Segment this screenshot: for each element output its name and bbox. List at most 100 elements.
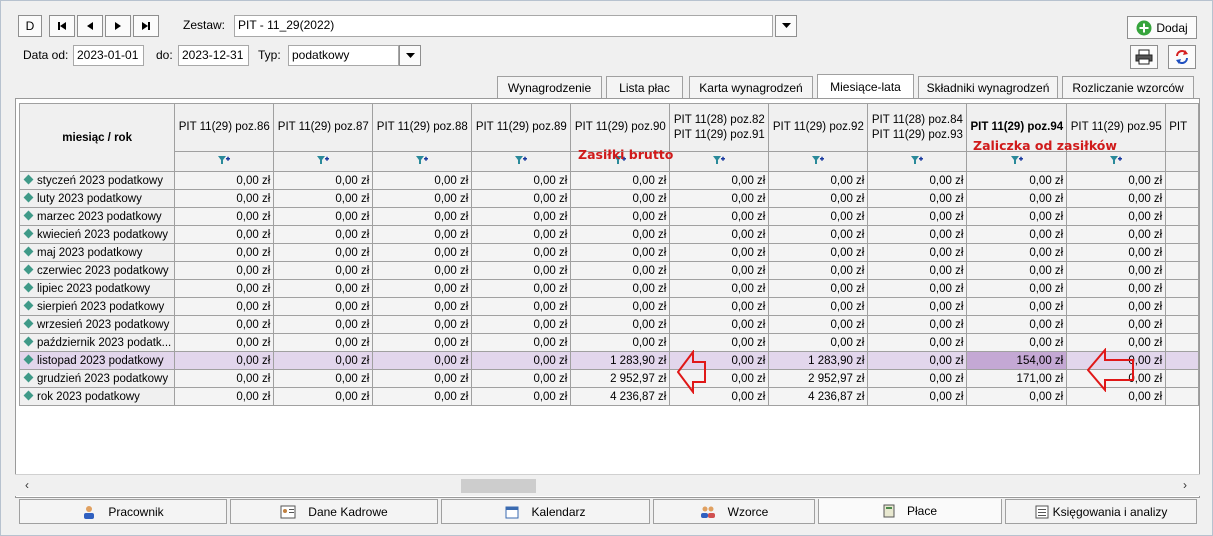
filter-add-icon[interactable] bbox=[811, 154, 825, 166]
column-filter-cell[interactable] bbox=[768, 151, 869, 172]
table-cell[interactable]: 0,00 zł bbox=[174, 297, 275, 316]
table-row[interactable]: lipiec 2023 podatkowy 0,00 zł 0,00 zł 0,00 … bbox=[18, 279, 1199, 298]
table-cell[interactable]: 0,00 zł bbox=[174, 225, 275, 244]
zestaw-select[interactable]: PIT - 11_29(2022) bbox=[234, 15, 773, 37]
zestaw-dropdown-button[interactable] bbox=[775, 15, 797, 37]
table-cell[interactable]: 0,00 zł bbox=[273, 261, 374, 280]
table-row[interactable]: sierpień 2023 podatkowy 0,00 zł 0,00 zł 0,0… bbox=[18, 297, 1199, 316]
table-cell[interactable]: 0,00 zł bbox=[471, 189, 572, 208]
table-cell[interactable]: 0,00 zł bbox=[1066, 297, 1167, 316]
table-cell[interactable]: 0,00 zł bbox=[174, 261, 275, 280]
print-button[interactable] bbox=[1130, 45, 1158, 69]
table-cell[interactable]: 0,00 zł bbox=[570, 279, 671, 298]
nav-first-button[interactable] bbox=[49, 15, 75, 37]
table-cell[interactable]: 0,00 zł bbox=[768, 171, 869, 190]
table-cell[interactable]: 0,00 zł bbox=[867, 225, 968, 244]
table-cell[interactable]: 0,00 zł bbox=[471, 171, 572, 190]
bottom-tab-place[interactable]: Płace bbox=[818, 499, 1002, 524]
table-cell[interactable]: 0,00 zł bbox=[471, 297, 572, 316]
table-cell[interactable]: 0,00 zł bbox=[966, 207, 1068, 226]
table-row[interactable]: listopad 2023 podatkowy 0,00 zł 0,00 zł 0,0… bbox=[18, 351, 1199, 370]
row-header[interactable]: wrzesień 2023 podatkowy bbox=[18, 315, 176, 334]
nav-next-button[interactable] bbox=[105, 15, 131, 37]
column-header[interactable]: PIT 11(29) poz.88 bbox=[372, 103, 473, 152]
tab-lista-plac[interactable]: Lista płac bbox=[606, 76, 683, 98]
table-cell[interactable]: 0,00 zł bbox=[768, 243, 869, 262]
bottom-tab-pracownik[interactable]: Pracownik bbox=[19, 499, 227, 524]
column-filter-cell[interactable] bbox=[669, 151, 770, 172]
table-cell[interactable]: 0,00 zł bbox=[174, 171, 275, 190]
table-cell[interactable]: 0,00 zł bbox=[372, 333, 473, 352]
table-cell[interactable]: 0,00 zł bbox=[174, 189, 275, 208]
table-cell[interactable]: 0,00 zł bbox=[273, 333, 374, 352]
table-cell[interactable]: 0,00 zł bbox=[768, 225, 869, 244]
table-cell[interactable]: 0,00 zł bbox=[867, 207, 968, 226]
column-filter-cell[interactable] bbox=[1066, 151, 1167, 172]
filter-add-icon[interactable] bbox=[514, 154, 528, 166]
row-header[interactable]: kwiecień 2023 podatkowy bbox=[18, 225, 176, 244]
table-cell[interactable]: 0,00 zł bbox=[471, 351, 572, 370]
filter-add-icon[interactable] bbox=[910, 154, 924, 166]
column-header[interactable]: PIT 11(29) poz.89 bbox=[471, 103, 572, 152]
table-cell[interactable]: 0,00 zł bbox=[669, 171, 770, 190]
table-cell[interactable]: 0,00 zł bbox=[372, 315, 473, 334]
bottom-tab-wzorce[interactable]: Wzorce bbox=[653, 499, 815, 524]
table-cell[interactable]: 0,00 zł bbox=[768, 297, 869, 316]
table-cell[interactable]: 0,00 zł bbox=[471, 207, 572, 226]
table-cell[interactable]: 0,00 zł bbox=[669, 243, 770, 262]
column-header[interactable]: PIT bbox=[1165, 103, 1199, 152]
table-cell[interactable]: 0,00 zł bbox=[273, 189, 374, 208]
table-cell[interactable]: 0,00 zł bbox=[372, 297, 473, 316]
table-cell[interactable]: 0,00 zł bbox=[966, 171, 1068, 190]
table-cell[interactable]: 0,00 zł bbox=[174, 315, 275, 334]
table-cell[interactable]: 0,00 zł bbox=[768, 333, 869, 352]
table-cell[interactable]: 0,00 zł bbox=[1066, 243, 1167, 262]
column-header[interactable]: PIT 11(28) poz.84 PIT 11(29) poz.93 bbox=[867, 103, 968, 152]
table-cell[interactable]: 0,00 zł bbox=[669, 225, 770, 244]
horizontal-scrollbar[interactable]: ‹ › bbox=[15, 474, 1200, 496]
table-cell[interactable]: 0,00 zł bbox=[669, 315, 770, 334]
table-cell[interactable]: 0,00 zł bbox=[471, 369, 572, 388]
column-filter-cell[interactable] bbox=[372, 151, 473, 172]
table-cell[interactable]: 0,00 zł bbox=[372, 243, 473, 262]
table-cell[interactable]: 0,00 zł bbox=[867, 297, 968, 316]
table-cell[interactable]: 0,00 zł bbox=[768, 279, 869, 298]
table-cell[interactable]: 0,00 zł bbox=[273, 243, 374, 262]
filter-add-icon[interactable] bbox=[217, 154, 231, 166]
table-cell[interactable]: 0,00 zł bbox=[867, 387, 968, 406]
table-cell[interactable]: 0,00 zł bbox=[570, 225, 671, 244]
column-filter-cell[interactable] bbox=[174, 151, 275, 172]
table-cell[interactable]: 0,00 zł bbox=[570, 297, 671, 316]
table-cell[interactable]: 0,00 zł bbox=[372, 171, 473, 190]
table-cell[interactable]: 0,00 zł bbox=[372, 261, 473, 280]
table-cell[interactable]: 0,00 zł bbox=[867, 333, 968, 352]
table-cell[interactable]: 0,00 zł bbox=[966, 279, 1068, 298]
refresh-button[interactable] bbox=[1168, 45, 1196, 69]
table-cell[interactable]: 0,00 zł bbox=[570, 315, 671, 334]
table-cell[interactable]: 0,00 zł bbox=[669, 333, 770, 352]
scroll-left-icon[interactable]: ‹ bbox=[25, 478, 29, 492]
table-cell[interactable]: 0,00 zł bbox=[174, 243, 275, 262]
table-cell[interactable]: 0,00 zł bbox=[669, 297, 770, 316]
table-cell[interactable]: 0,00 zł bbox=[570, 261, 671, 280]
table-cell[interactable]: 0,00 zł bbox=[372, 189, 473, 208]
table-cell[interactable]: 0,00 zł bbox=[273, 297, 374, 316]
table-cell[interactable]: 0,00 zł bbox=[669, 189, 770, 208]
table-cell[interactable]: 0,00 zł bbox=[867, 279, 968, 298]
table-cell[interactable]: 0,00 zł bbox=[372, 279, 473, 298]
table-cell[interactable]: 4 236,87 zł bbox=[768, 387, 869, 406]
table-cell[interactable]: 0,00 zł bbox=[570, 189, 671, 208]
table-cell[interactable]: 0,00 zł bbox=[867, 315, 968, 334]
nav-d-button[interactable]: D bbox=[18, 15, 42, 37]
table-cell[interactable]: 0,00 zł bbox=[372, 225, 473, 244]
dodaj-button[interactable]: Dodaj bbox=[1127, 16, 1197, 39]
table-cell[interactable]: 0,00 zł bbox=[471, 243, 572, 262]
table-cell[interactable]: 0,00 zł bbox=[570, 243, 671, 262]
filter-add-icon[interactable] bbox=[1010, 154, 1024, 166]
table-cell[interactable]: 0,00 zł bbox=[273, 369, 374, 388]
table-cell[interactable]: 0,00 zł bbox=[867, 243, 968, 262]
table-cell[interactable]: 0,00 zł bbox=[669, 279, 770, 298]
table-cell[interactable]: 0,00 zł bbox=[273, 207, 374, 226]
table-cell[interactable]: 0,00 zł bbox=[768, 315, 869, 334]
table-cell[interactable]: 0,00 zł bbox=[372, 369, 473, 388]
